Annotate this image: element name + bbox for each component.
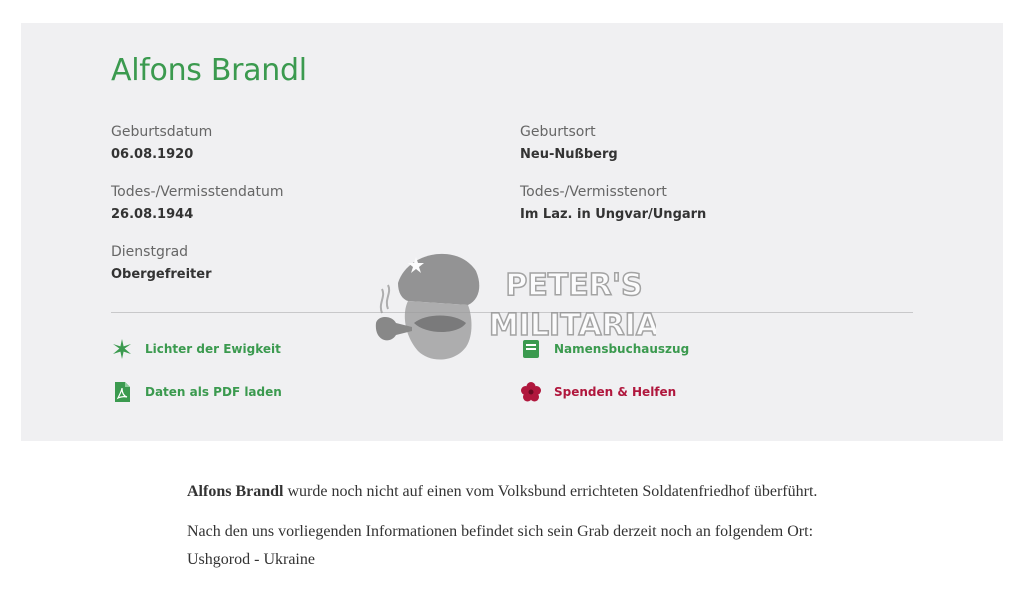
death-date-field: Todes-/Vermisstendatum 26.08.1944 — [111, 183, 283, 222]
watermark-logo: PETER'S MILITARIA — [368, 243, 661, 367]
donate-link[interactable]: Spenden & Helfen — [520, 381, 676, 403]
donate-label: Spenden & Helfen — [554, 385, 677, 399]
star-icon — [111, 338, 133, 360]
rank-field: Dienstgrad Obergefreiter — [111, 243, 212, 282]
grave-info-paragraph-2: Nach den uns vorliegenden Informationen … — [187, 523, 814, 568]
lights-link[interactable]: Lichter der Ewigkeit — [111, 338, 281, 360]
pdf-icon — [111, 381, 133, 403]
birth-date-label: Geburtsdatum — [111, 124, 213, 140]
rank-value: Obergefreiter — [111, 267, 212, 282]
death-place-label: Todes-/Vermisstenort — [520, 184, 667, 200]
grave-info: Alfons Brandl wurde noch nicht auf einen… — [187, 478, 837, 586]
pdf-link[interactable]: Daten als PDF laden — [111, 381, 282, 403]
birth-place-value: Neu-Nußberg — [520, 147, 618, 162]
pdf-label: Daten als PDF laden — [145, 385, 282, 399]
grave-info-name: Alfons Brandl — [187, 483, 284, 500]
watermark-line2: MILITARIA — [489, 308, 656, 343]
death-date-label: Todes-/Vermisstendatum — [111, 184, 284, 200]
lights-label: Lichter der Ewigkeit — [145, 342, 281, 356]
person-card: Alfons Brandl Geburtsdatum 06.08.1920 Ge… — [21, 23, 1003, 441]
death-place-field: Todes-/Vermisstenort Im Laz. in Ungvar/U… — [520, 183, 706, 222]
birth-place-field: Geburtsort Neu-Nußberg — [520, 123, 618, 162]
birth-date-field: Geburtsdatum 06.08.1920 — [111, 123, 212, 162]
grave-info-paragraph-1: Alfons Brandl wurde noch nicht auf einen… — [187, 478, 837, 506]
flower-icon — [520, 381, 542, 403]
grave-info-text-1: wurde noch nicht auf einen vom Volksbund… — [283, 483, 818, 500]
death-date-value: 26.08.1944 — [111, 207, 194, 222]
birth-date-value: 06.08.1920 — [111, 147, 194, 162]
person-name: Alfons Brandl — [111, 53, 307, 88]
watermark-line1: PETER'S — [505, 268, 642, 303]
rank-label: Dienstgrad — [111, 244, 189, 260]
death-place-value: Im Laz. in Ungvar/Ungarn — [520, 207, 707, 222]
birth-place-label: Geburtsort — [520, 124, 596, 140]
